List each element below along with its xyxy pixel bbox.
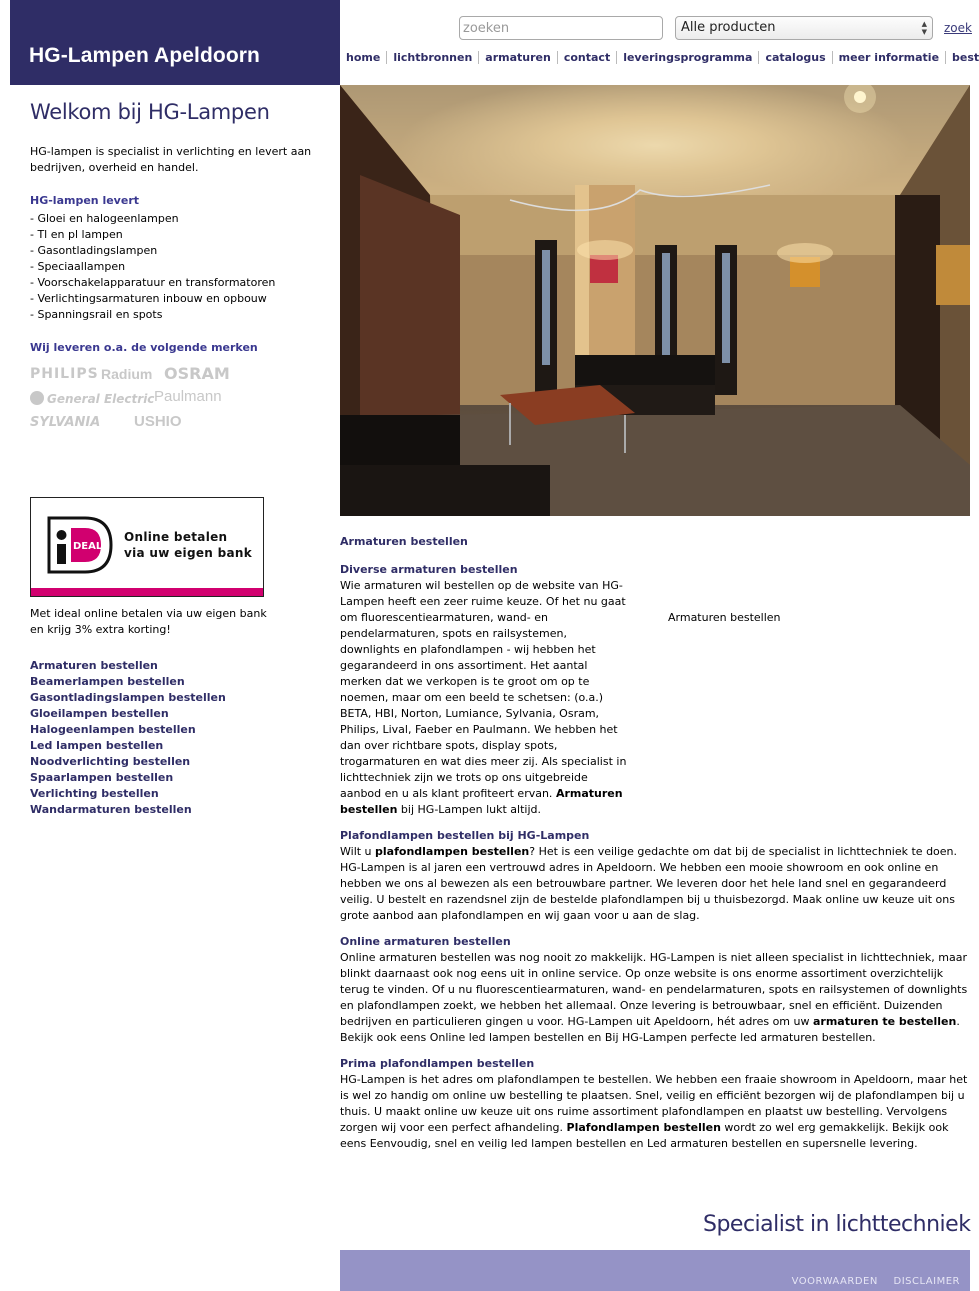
ideal-pink-bar — [31, 588, 263, 596]
brand-radium-logo: Radium — [101, 366, 153, 382]
link-beamerlampen-bestellen[interactable]: Beamerlampen bestellen — [30, 674, 226, 690]
link-armaturen-bestellen[interactable]: Armaturen bestellen — [30, 658, 226, 674]
levert-item: - Tl en pl lampen — [30, 228, 123, 241]
brand-general-electric-logo: General Electric — [30, 391, 154, 406]
section-4-title: Prima plafondlampen bestellen — [340, 1057, 535, 1070]
levert-item: - Voorschakelapparatuur en transformator… — [30, 276, 276, 289]
intro-text: HG-lampen is specialist in verlichting e… — [30, 145, 312, 174]
section-1-image-caption: Armaturen bestellen — [668, 611, 781, 624]
main-content: Armaturen bestellen Diverse armaturen be… — [340, 534, 970, 1162]
brand-sylvania-logo: SYLVANIA — [30, 415, 101, 430]
ideal-banner[interactable]: DEAL Online betalen via uw eigen bank — [30, 497, 264, 597]
levert-item: - Gasontladingslampen — [30, 244, 158, 257]
link-gasontladingslampen-bestellen[interactable]: Gasontladingslampen bestellen — [30, 690, 226, 706]
link-spaarlampen-bestellen[interactable]: Spaarlampen bestellen — [30, 770, 226, 786]
link-verlichting-bestellen[interactable]: Verlichting bestellen — [30, 786, 226, 802]
link-led-lampen-bestellen[interactable]: Led lampen bestellen — [30, 738, 226, 754]
site-title[interactable]: HG-Lampen Apeldoorn — [29, 44, 260, 68]
levert-item: - Spanningsrail en spots — [30, 308, 163, 321]
nav-meer-informatie[interactable]: meer informatie — [833, 51, 947, 64]
select-arrows-icon: ▲ ▼ — [921, 20, 927, 36]
brand-ushio-logo: USHIO — [134, 413, 182, 430]
section-2-text: Wilt u plafondlampen bestellen? Het is e… — [340, 844, 970, 924]
brand-osram-logo: OSRAM — [164, 364, 230, 383]
sidebar: Welkom bij HG-Lampen HG-lampen is specia… — [30, 100, 320, 438]
levert-item: - Gloei en halogeenlampen — [30, 212, 179, 225]
nav-catalogus[interactable]: catalogus — [759, 51, 833, 64]
section-1-tail: bij HG-Lampen lukt altijd. — [397, 803, 542, 816]
ge-monogram-icon — [30, 391, 44, 405]
link-noodverlichting-bestellen[interactable]: Noodverlichting bestellen — [30, 754, 226, 770]
brand-philips-logo: PHILIPS — [30, 366, 99, 382]
svg-text:DEAL: DEAL — [73, 541, 103, 552]
section-1-text: Wie armaturen wil bestellen op de websit… — [340, 578, 630, 818]
ideal-line-2: via uw eigen bank — [124, 546, 253, 560]
brand-logos: PHILIPS Radium OSRAM General Electric Pa… — [30, 358, 320, 438]
link-halogeenlampen-bestellen[interactable]: Halogeenlampen bestellen — [30, 722, 226, 738]
footer-bar: VOORWAARDEN DISCLAIMER — [340, 1250, 970, 1291]
brand-general-electric-label: General Electric — [47, 392, 155, 406]
section-2-title: Plafondlampen bestellen bij HG-Lampen — [340, 829, 590, 842]
nav-lichtbronnen[interactable]: lichtbronnen — [387, 51, 480, 64]
section-1-title: Diverse armaturen bestellen — [340, 563, 518, 576]
link-wandarmaturen-bestellen[interactable]: Wandarmaturen bestellen — [30, 802, 226, 818]
section-1-body: Wie armaturen wil bestellen op de websit… — [340, 579, 627, 800]
ideal-logo-icon: DEAL — [47, 516, 113, 574]
nav-home[interactable]: home — [340, 51, 388, 64]
nav-armaturen[interactable]: armaturen — [479, 51, 558, 64]
showroom-illustration — [340, 85, 970, 516]
section-3-bold: armaturen te bestellen — [812, 1015, 957, 1028]
section-diverse-armaturen: Diverse armaturen bestellen Wie armature… — [340, 562, 970, 818]
product-select-value: Alle producten — [681, 20, 776, 35]
section-3-text: Online armaturen bestellen was nog nooit… — [340, 950, 970, 1046]
nav-contact[interactable]: contact — [558, 51, 618, 64]
section-2-pre: Wilt u — [340, 845, 376, 858]
logo-box[interactable]: HG-Lampen Apeldoorn — [10, 0, 340, 85]
category-links: Armaturen bestellen Beamerlampen bestell… — [30, 658, 226, 818]
section-4-text: HG-Lampen is het adres om plafondlampen … — [340, 1072, 970, 1152]
hero-showroom-image — [340, 85, 970, 516]
product-select[interactable]: Alle producten ▲ ▼ — [675, 16, 933, 40]
top-navigation: home lichtbronnen armaturen contact leve… — [340, 50, 979, 65]
link-gloeilampen-bestellen[interactable]: Gloeilampen bestellen — [30, 706, 226, 722]
welcome-title: Welkom bij HG-Lampen — [30, 100, 270, 124]
section-4-bold: Plafondlampen bestellen — [566, 1121, 721, 1134]
levert-list: - Gloei en halogeenlampen - Tl en pl lam… — [30, 211, 320, 323]
ideal-text: Online betalen via uw eigen bank — [124, 529, 252, 561]
search-input[interactable] — [459, 16, 663, 40]
brands-heading: Wij leveren o.a. de volgende merken — [30, 341, 258, 354]
section-2-bold: plafondlampen bestellen — [375, 845, 530, 858]
footer-link-disclaimer[interactable]: DISCLAIMER — [894, 1276, 960, 1287]
nav-leveringsprogramma[interactable]: leveringsprogramma — [617, 51, 760, 64]
levert-heading: HG-lampen levert — [30, 194, 139, 207]
footer-slogan: Specialist in lichttechniek — [703, 1212, 971, 1237]
levert-item: - Speciaallampen — [30, 260, 126, 273]
footer-link-voorwaarden[interactable]: VOORWAARDEN — [792, 1276, 878, 1287]
section-1-left-column: Diverse armaturen bestellen Wie armature… — [340, 562, 630, 818]
section-3-title: Online armaturen bestellen — [340, 935, 511, 948]
nav-bestellijst[interactable]: bestellijst — [946, 51, 979, 64]
footer-links: VOORWAARDEN DISCLAIMER — [780, 1276, 960, 1287]
search-button[interactable]: zoek — [944, 21, 972, 35]
ideal-caption: Met ideal online betalen via uw eigen ba… — [30, 607, 267, 636]
page-heading: Armaturen bestellen — [340, 535, 468, 548]
ideal-line-1: Online betalen — [124, 530, 228, 544]
levert-item: - Verlichtingsarmaturen inbouw en opbouw — [30, 292, 267, 305]
brand-paulmann-logo: Paulmann — [154, 388, 222, 405]
